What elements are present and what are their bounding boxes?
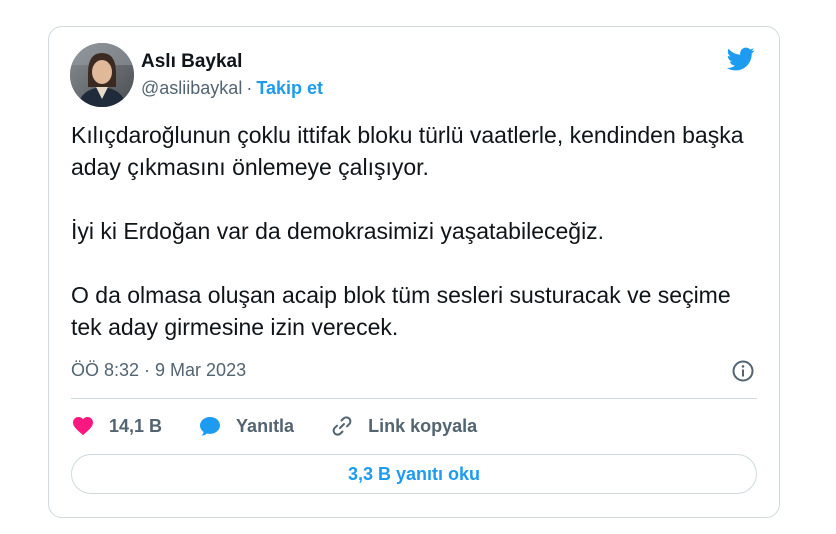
reply-button[interactable]: Yanıtla [198, 414, 294, 438]
like-button[interactable]: 14,1 B [71, 414, 162, 438]
avatar[interactable] [70, 43, 134, 107]
link-icon [332, 416, 352, 436]
heart-icon [73, 417, 93, 436]
tweet-paragraph: O da olmasa oluşan acaip blok tüm sesler… [71, 282, 731, 340]
copy-link-label: Link kopyala [368, 415, 478, 436]
speech-bubble-icon [200, 417, 221, 436]
tweet-timestamp[interactable]: ÖÖ 8:32 · 9 Mar 2023 [71, 360, 246, 381]
tweet-text: Kılıçdaroğlunun çoklu ittifak bloku türl… [71, 119, 751, 343]
author-name[interactable]: Aslı Baykal [141, 51, 242, 73]
avatar-photo [70, 43, 134, 107]
divider [71, 398, 757, 399]
action-bar: 14,1 B Yanıtla Link kopyala [71, 412, 513, 440]
like-count: 14,1 B [109, 415, 163, 436]
read-replies-button[interactable]: 3,3 B yanıtı oku [71, 454, 757, 494]
separator-dot: · [246, 78, 253, 98]
tweet-card: Aslı Baykal @asliibaykal · Takip et Kılıçd… [48, 26, 780, 518]
twitter-bird-icon[interactable] [725, 45, 757, 73]
copy-link-button[interactable]: Link kopyala [330, 414, 477, 438]
author-handle-row: @asliibaykal · Takip et [141, 78, 323, 99]
tweet-paragraph: İyi ki Erdoğan var da demokrasimizi yaşa… [71, 218, 605, 244]
reply-label: Yanıtla [236, 415, 295, 436]
follow-link[interactable]: Takip et [256, 78, 323, 98]
author-handle[interactable]: @asliibaykal [141, 78, 242, 98]
tweet-paragraph: Kılıçdaroğlunun çoklu ittifak bloku türl… [71, 122, 744, 180]
info-icon[interactable] [731, 359, 755, 383]
